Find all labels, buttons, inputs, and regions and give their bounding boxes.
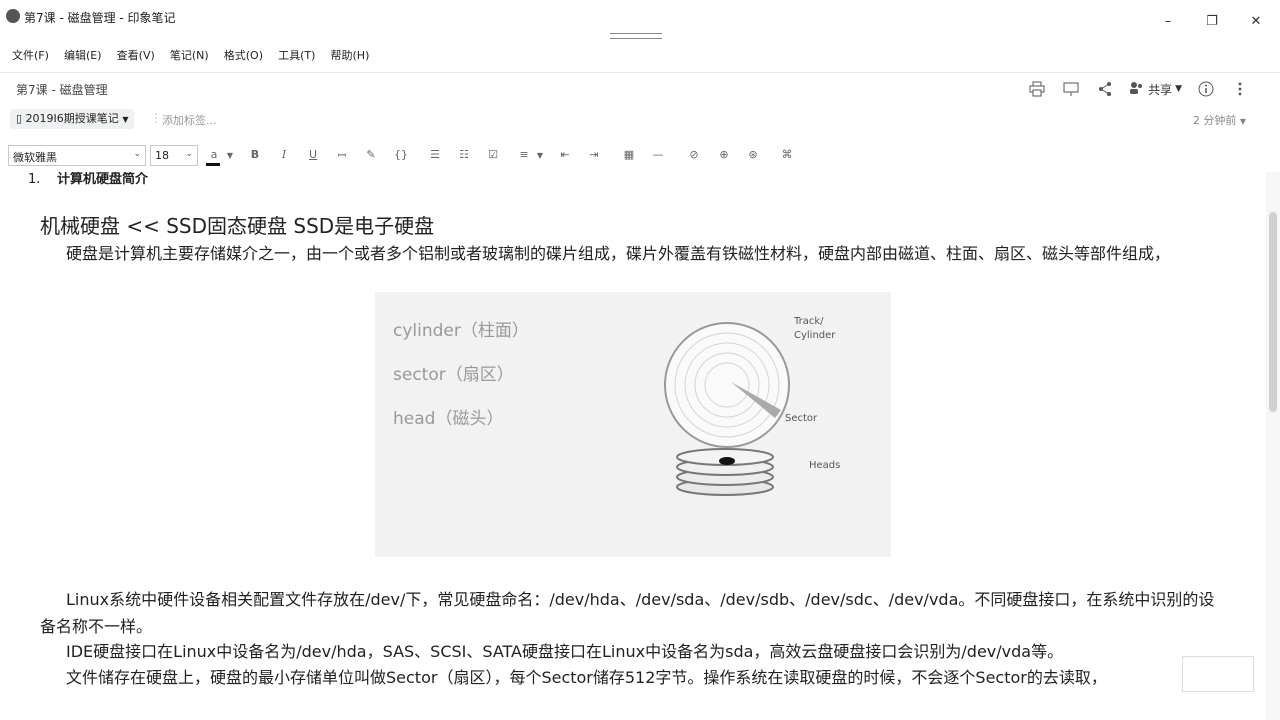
font-size-value: 18 (155, 149, 169, 162)
note-editor[interactable]: 1. 计算机硬盘简介 机械硬盘 << SSD固态硬盘 SSD是电子硬盘 硬盘是计… (0, 172, 1266, 720)
disk-diagram-image: cylinder（柱面） sector（扇区） head（磁头） Track/ … (375, 292, 891, 557)
title-bar: 第7课 - 磁盘管理 - 印象笔记 – ❐ ✕ (0, 0, 1280, 42)
chevron-down-icon[interactable]: ▼ (222, 151, 238, 160)
link-icon[interactable]: ⊛ (745, 148, 761, 161)
horizontal-rule-icon[interactable]: — (650, 148, 666, 161)
font-family-value: 微软雅黑 (13, 151, 57, 164)
minimize-button[interactable]: – (1158, 14, 1178, 29)
outdent-icon[interactable]: ⇤ (557, 148, 573, 161)
last-edited-dropdown[interactable]: 2 分钟前 ▼ (1193, 112, 1246, 128)
paragraph-interfaces: IDE硬盘接口在Linux中设备名为/dev/hda，SAS、SCSI、SATA… (66, 642, 1064, 661)
font-family-select[interactable]: 微软雅黑 ⌄ (8, 145, 146, 166)
chevron-down-icon[interactable]: ▼ (532, 151, 548, 160)
share-icon[interactable] (1095, 79, 1115, 99)
section-heading: 1. 计算机硬盘简介 (28, 172, 148, 187)
numbered-list-icon[interactable]: ☷ (456, 148, 472, 161)
paragraph-linux-devices: Linux系统中硬件设备相关配置文件存放在/dev/下，常见硬盘命名：/dev/… (40, 590, 1215, 636)
heading-number: 1. (28, 172, 41, 187)
scrollbar-thumb[interactable] (1269, 212, 1277, 412)
watermark-stamp (1182, 656, 1254, 692)
close-button[interactable]: ✕ (1246, 14, 1266, 29)
note-title: 第7课 - 磁盘管理 (16, 83, 108, 97)
menu-help[interactable]: 帮助(H) (331, 47, 370, 63)
chevron-down-icon: ▼ (1239, 117, 1246, 126)
text-color-swatch (206, 163, 220, 166)
note-actions: 共享 ▼ (1027, 79, 1250, 99)
more-options-icon[interactable] (1230, 79, 1250, 99)
italic-icon[interactable]: I (276, 148, 292, 161)
menu-bar: 文件(F) 编辑(E) 查看(V) 笔记(N) 格式(O) 工具(T) 帮助(H… (0, 44, 1280, 64)
menu-tools[interactable]: 工具(T) (278, 47, 315, 63)
drag-handle-icon[interactable] (610, 33, 662, 39)
highlight-icon[interactable]: ✎ (363, 148, 379, 161)
print-icon[interactable] (1027, 79, 1047, 99)
underline-icon[interactable]: U (305, 148, 321, 161)
menu-view[interactable]: 查看(V) (117, 47, 155, 63)
add-tag-input[interactable]: 添加标签... (162, 112, 217, 128)
text-color-icon[interactable]: a (206, 148, 222, 161)
menu-edit[interactable]: 编辑(E) (64, 47, 102, 63)
bullet-list-icon[interactable]: ☰ (427, 148, 443, 161)
vertical-scrollbar[interactable] (1266, 172, 1280, 720)
label-track: Track/ (794, 316, 824, 327)
indent-icon[interactable]: ⇥ (586, 148, 602, 161)
tag-icon: ⋮ (150, 111, 162, 125)
notebook-icon: ▯ (16, 112, 23, 125)
last-edited-time: 2 分钟前 (1192, 114, 1237, 127)
code-block-icon[interactable]: {} (393, 148, 409, 161)
menu-format[interactable]: 格式(O) (224, 47, 263, 63)
chevron-down-icon: ⌄ (185, 149, 193, 159)
bold-icon[interactable]: B (247, 148, 263, 161)
table-icon[interactable]: ▦ (621, 148, 637, 161)
format-toolbar: 微软雅黑 ⌄ 18 ⌄ a ▼ B I U ꟷ ✎ {} ☰ ☷ ☑ ≡ ▼ ⇤… (0, 144, 1280, 170)
chevron-down-icon: ⌄ (133, 149, 141, 159)
menu-file[interactable]: 文件(F) (12, 47, 49, 63)
users-icon (1129, 81, 1145, 98)
chevron-down-icon: ▼ (122, 115, 129, 124)
evernote-app-icon (6, 9, 20, 23)
label-sector: Sector (785, 413, 818, 424)
paragraph-disk-intro: 硬盘是计算机主要存储媒介之一，由一个或者多个铝制或者玻璃制的碟片组成，碟片外覆盖… (66, 244, 1171, 263)
present-icon[interactable] (1061, 79, 1081, 99)
checkbox-icon[interactable]: ☑ (485, 148, 501, 161)
heading-text: 计算机硬盘简介 (56, 172, 148, 187)
record-audio-icon[interactable]: ⊕ (716, 148, 732, 161)
label-cylinder: Cylinder (794, 330, 836, 341)
font-size-select[interactable]: 18 ⌄ (150, 145, 198, 166)
chevron-down-icon: ▼ (1175, 84, 1182, 94)
share-button[interactable]: 共享 ▼ (1129, 81, 1182, 98)
notebook-selector[interactable]: ▯ 2019I6期授课笔记 ▼ (10, 109, 135, 129)
note-header: 第7课 - 磁盘管理 共享 ▼ (0, 72, 1280, 106)
disk-types-line: 机械硬盘 << SSD固态硬盘 SSD是电子硬盘 (40, 214, 435, 238)
tag-bar: ▯ 2019I6期授课笔记 ▼ ⋮ 添加标签... 2 分钟前 ▼ (0, 106, 1280, 134)
info-icon[interactable] (1196, 79, 1216, 99)
window-title: 第7课 - 磁盘管理 - 印象笔记 (24, 11, 176, 25)
paragraph-sector: 文件储存在硬盘上，硬盘的最小存储单位叫做Sector（扇区），每个Sector储… (66, 668, 1107, 687)
shortcut-icon[interactable]: ⌘ (779, 148, 795, 161)
attachment-icon[interactable]: ⊘ (686, 148, 702, 161)
align-icon[interactable]: ≡ (516, 148, 532, 161)
notebook-name: 2019I6期授课笔记 (25, 112, 119, 125)
label-heads: Heads (809, 460, 841, 471)
share-label: 共享 (1148, 82, 1173, 97)
restore-button[interactable]: ❐ (1202, 14, 1222, 29)
menu-note[interactable]: 笔记(N) (170, 47, 209, 63)
strikethrough-icon[interactable]: ꟷ (334, 148, 350, 163)
